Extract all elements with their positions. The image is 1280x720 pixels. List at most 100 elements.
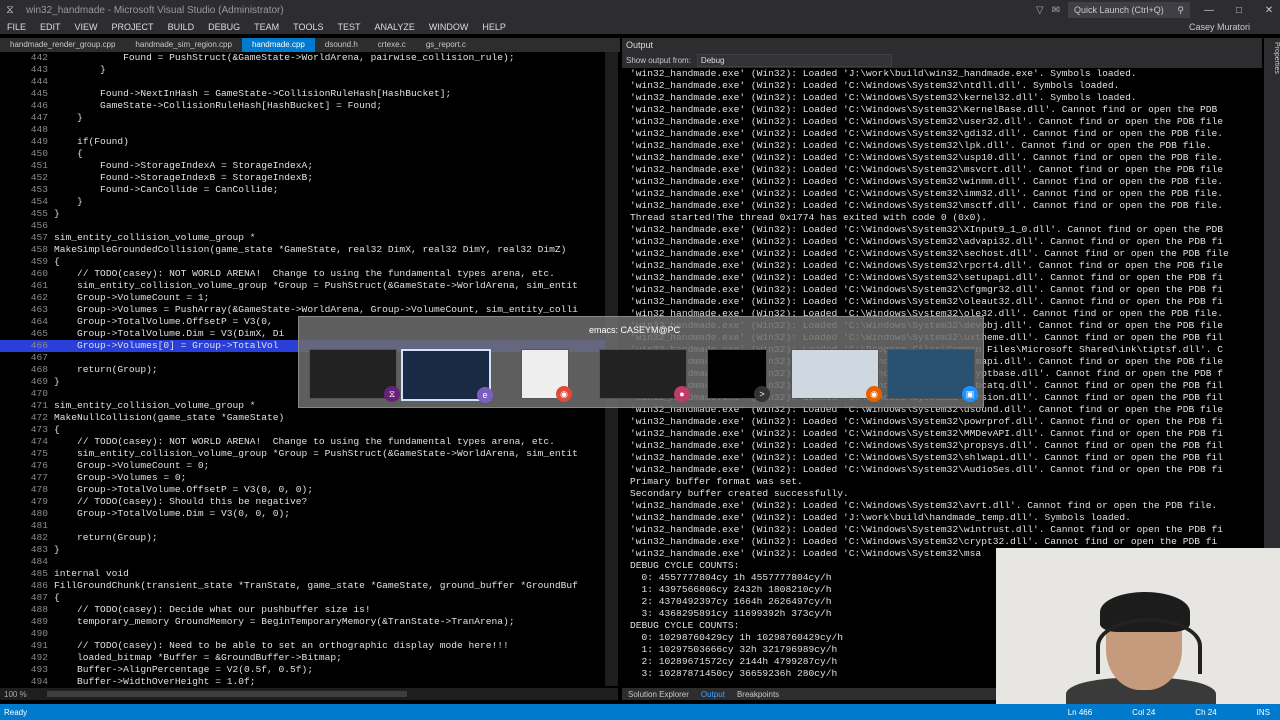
code-line[interactable]: 472 MakeNullCollision(game_state *GameSta… [0,412,605,424]
code-line[interactable]: 458 MakeSimpleGroundedCollision(game_stat… [0,244,605,256]
code-line[interactable]: 450 { [0,148,605,160]
search-icon: ⚲ [1177,4,1184,15]
tab-handmade-sim-region-cpp[interactable]: handmade_sim_region.cpp [125,38,242,52]
filter-icon[interactable]: ▽ [1036,5,1044,16]
code-line[interactable]: 448 [0,124,605,136]
code-line[interactable]: 447 } [0,112,605,124]
code-line[interactable]: 483} [0,544,605,556]
user-name[interactable]: Casey Muratori [1189,22,1280,32]
tab-handmade-render-group-cpp[interactable]: handmade_render_group.cpp [0,38,125,52]
code-text: } [54,544,60,555]
code-line[interactable]: 477 Group->Volumes = 0; [0,472,605,484]
output-line: 'win32_handmade.exe' (Win32): Loaded 'C:… [630,236,1223,247]
output-line: 'win32_handmade.exe' (Win32): Loaded 'C:… [630,452,1223,463]
code-line[interactable]: 463 Group->Volumes = PushArray(&GameStat… [0,304,605,316]
menu-analyze[interactable]: ANALYZE [367,22,421,32]
quick-launch-input[interactable]: Quick Launch (Ctrl+Q) ⚲ [1068,2,1190,18]
output-line: 'win32_handmade.exe' (Win32): Loaded 'C:… [630,116,1223,127]
output-line: 'win32_handmade.exe' (Win32): Loaded 'C:… [630,104,1218,115]
maximize-button[interactable]: □ [1228,5,1250,16]
switcher-thumb-console[interactable]: > [707,349,770,402]
code-line[interactable]: 455} [0,208,605,220]
line-number: 484 [30,556,48,567]
minimize-button[interactable]: — [1198,5,1220,16]
switcher-thumb-visual-studio[interactable]: ⧖ [309,349,400,402]
code-line[interactable]: 490 [0,628,605,640]
code-line[interactable]: 451 Found->StorageIndexA = StorageIndexA… [0,160,605,172]
code-line[interactable]: 444 [0,76,605,88]
code-line[interactable]: 473 { [0,424,605,436]
code-line[interactable]: 453 Found->CanCollide = CanCollide; [0,184,605,196]
code-text: } [54,376,60,387]
code-line[interactable]: 445 Found->NextInHash = GameState->Colli… [0,88,605,100]
code-line[interactable]: 481 [0,520,605,532]
tab-crtexe-c[interactable]: crtexe.c [368,38,416,52]
code-line[interactable]: 462 Group->VolumeCount = 1; [0,292,605,304]
code-line[interactable]: 492 loaded_bitmap *Buffer = &GroundBuffe… [0,652,605,664]
code-text: Group->VolumeCount = 0; [54,460,210,471]
code-line[interactable]: 449 if(Found) [0,136,605,148]
bottom-tab-output[interactable]: Output [695,690,731,699]
menu-file[interactable]: FILE [0,22,33,32]
menu-help[interactable]: HELP [475,22,513,32]
bottom-tab-solution-explorer[interactable]: Solution Explorer [622,690,695,699]
code-line[interactable]: 487 { [0,592,605,604]
code-line[interactable]: 452 Found->StorageIndexB = StorageIndexB… [0,172,605,184]
switcher-thumb-desktop[interactable]: ▣ [887,349,978,402]
code-text: Buffer->WidthOverHeight = 1.0f; [54,676,256,686]
tab-dsound-h[interactable]: dsound.h [315,38,368,52]
code-line[interactable]: 486 FillGroundChunk(transient_state *Tran… [0,580,605,592]
menu-tools[interactable]: TOOLS [286,22,330,32]
visual-studio-logo-icon: ⧖ [6,3,14,16]
code-line[interactable]: 488 // TODO(casey): Decide what our push… [0,604,605,616]
line-number: 465 [30,328,48,339]
code-line[interactable]: 482 return(Group); [0,532,605,544]
switcher-thumb-firefox[interactable]: ◉ [791,349,882,402]
code-line[interactable]: 484 [0,556,605,568]
feedback-icon[interactable]: ✉ [1052,5,1060,16]
code-line[interactable]: 442 Found = PushStruct(&GameState->World… [0,52,605,64]
menu-test[interactable]: TEST [330,22,367,32]
code-line[interactable]: 454 } [0,196,605,208]
menu-debug[interactable]: DEBUG [201,22,247,32]
code-line[interactable]: 456 [0,220,605,232]
console-icon: > [754,386,770,402]
code-line[interactable]: 460 // TODO(casey): NOT WORLD ARENA! Cha… [0,268,605,280]
menu-project[interactable]: PROJECT [105,22,161,32]
code-text: // TODO(casey): NOT WORLD ARENA! Change … [54,436,555,447]
code-line[interactable]: 475 sim_entity_collision_volume_group *G… [0,448,605,460]
menu-team[interactable]: TEAM [247,22,286,32]
tab-handmade-cpp[interactable]: handmade.cpp [241,38,315,52]
code-line[interactable]: 459 { [0,256,605,268]
line-number: 492 [30,652,48,663]
code-line[interactable]: 485 internal void [0,568,605,580]
code-line[interactable]: 489 temporary_memory GroundMemory = Begi… [0,616,605,628]
menu-edit[interactable]: EDIT [33,22,68,32]
code-line[interactable]: 476 Group->VolumeCount = 0; [0,460,605,472]
menu-build[interactable]: BUILD [161,22,202,32]
code-line[interactable]: 491 // TODO(casey): Need to be able to s… [0,640,605,652]
code-line[interactable]: 478 Group->TotalVolume.OffsetP = V3(0, 0… [0,484,605,496]
code-line[interactable]: 494 Buffer->WidthOverHeight = 1.0f; [0,676,605,686]
switcher-thumb-emacs[interactable]: e [401,349,493,403]
code-line[interactable]: 474 // TODO(casey): NOT WORLD ARENA! Cha… [0,436,605,448]
code-line[interactable]: 446 GameState->CollisionRuleHash[HashBuc… [0,100,605,112]
switcher-thumb-chrome[interactable]: ◉ [521,349,572,402]
menu-view[interactable]: VIEW [68,22,105,32]
code-line[interactable]: 457 sim_entity_collision_volume_group * [0,232,605,244]
output-line: 'win32_handmade.exe' (Win32): Loaded 'C:… [630,464,1223,475]
code-line[interactable]: 480 Group->TotalVolume.Dim = V3(0, 0, 0)… [0,508,605,520]
zoom-level[interactable]: 100 % [0,690,27,699]
code-line[interactable]: 493 Buffer->AlignPercentage = V2(0.5f, 0… [0,664,605,676]
close-button[interactable]: ✕ [1258,5,1280,16]
bottom-tab-breakpoints[interactable]: Breakpoints [731,690,785,699]
tab-gs-report-c[interactable]: gs_report.c [416,38,476,52]
menu-window[interactable]: WINDOW [422,22,476,32]
switcher-thumb-game[interactable]: ● [599,349,690,402]
line-number: 487 [30,592,48,603]
editor-horizontal-scrollbar[interactable] [46,691,407,697]
code-line[interactable]: 461 sim_entity_collision_volume_group *G… [0,280,605,292]
show-output-select[interactable]: Debug [696,53,892,67]
code-line[interactable]: 479 // TODO(casey): Should this be negat… [0,496,605,508]
code-line[interactable]: 443 } [0,64,605,76]
